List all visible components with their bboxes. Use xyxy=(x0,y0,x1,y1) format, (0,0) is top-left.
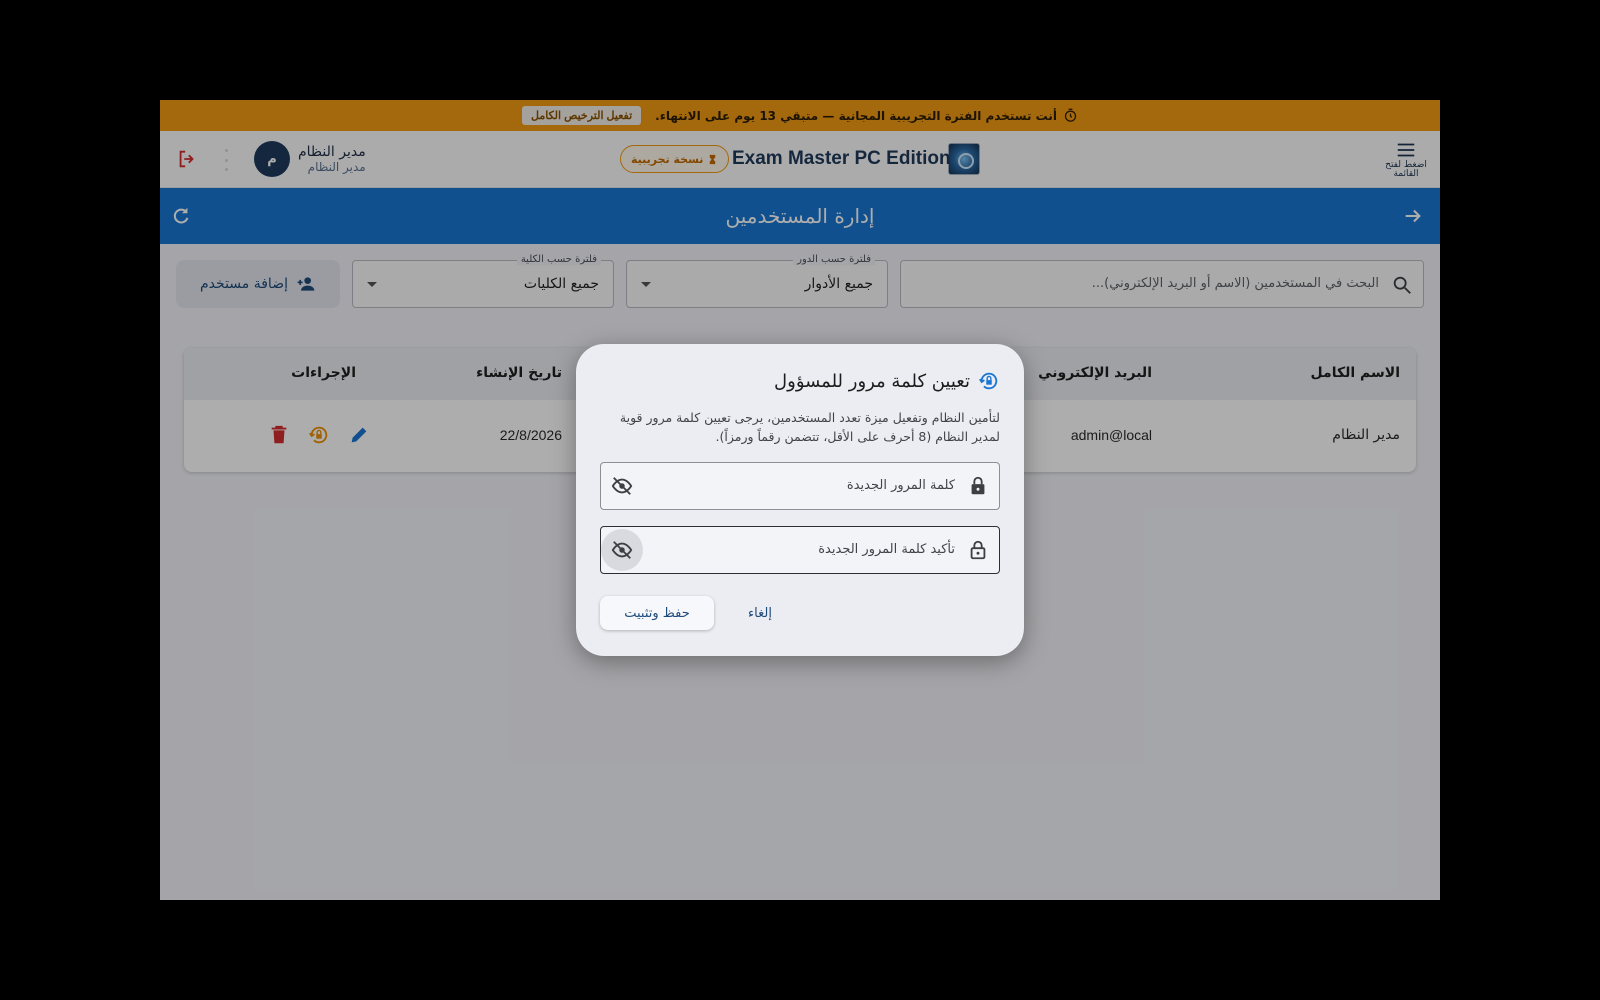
lock-icon xyxy=(971,476,985,495)
save-and-install-button[interactable]: حفظ وتثبيت xyxy=(600,596,714,630)
dialog-title-text: تعيين كلمة مرور للمسؤول xyxy=(774,370,970,392)
lock-reset-icon xyxy=(979,372,998,390)
lock-icon xyxy=(970,540,986,560)
new-password-placeholder: كلمة المرور الجديدة xyxy=(846,478,955,493)
toggle-visibility-button[interactable] xyxy=(601,529,643,571)
new-password-field[interactable]: كلمة المرور الجديدة xyxy=(600,462,1000,510)
confirm-password-field[interactable]: تأكيد كلمة المرور الجديدة xyxy=(600,526,1000,574)
cancel-button[interactable]: إلغاء xyxy=(736,596,784,630)
dialog-title: تعيين كلمة مرور للمسؤول xyxy=(774,370,1000,392)
eye-off-icon xyxy=(611,541,633,559)
dialog-description: لتأمين النظام وتفعيل ميزة تعدد المستخدمي… xyxy=(619,410,1000,444)
eye-off-icon xyxy=(611,477,633,495)
toggle-visibility-button[interactable] xyxy=(601,465,643,507)
set-admin-password-dialog: تعيين كلمة مرور للمسؤول لتأمين النظام وت… xyxy=(576,344,1024,656)
confirm-password-placeholder: تأكيد كلمة المرور الجديدة xyxy=(818,542,955,557)
